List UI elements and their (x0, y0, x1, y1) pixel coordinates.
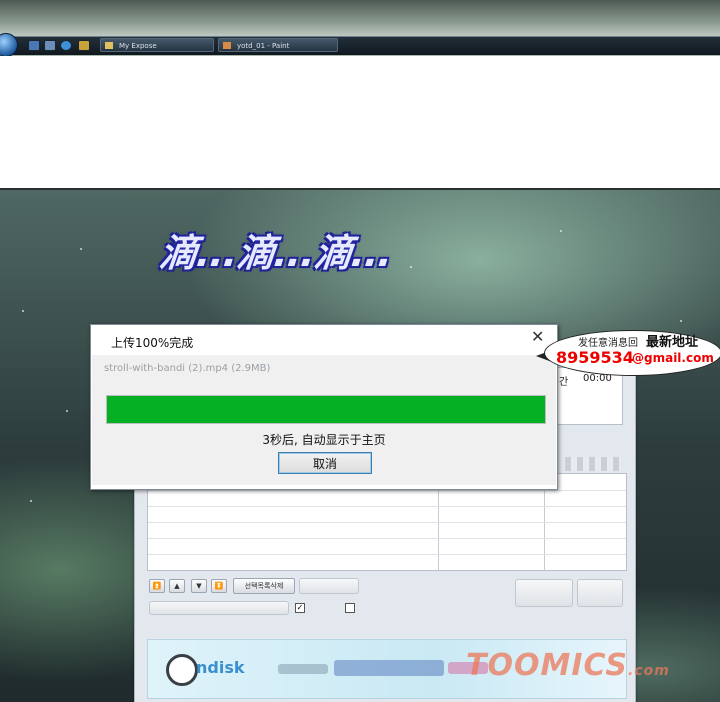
media-icon[interactable] (78, 40, 90, 51)
upload-progress-bar (106, 395, 546, 424)
show-desktop-icon[interactable] (28, 40, 40, 51)
watermark-email: @gmail.com (632, 351, 714, 365)
brand-suffix: .com (628, 663, 670, 679)
blurred-button[interactable] (299, 578, 359, 594)
window-switch-icon[interactable] (44, 40, 56, 51)
dialog-title: 上传100%完成 (111, 336, 194, 350)
banner-logo-text: ndisk (196, 658, 245, 677)
dialog-body: stroll-with-bandi (2).mp4 (2.9MB) 3秒后, 自… (92, 355, 556, 485)
paint-icon (223, 42, 231, 49)
row-divider (148, 490, 626, 491)
taskbar: My Expose yotd_01 - Paint (0, 0, 720, 56)
star (680, 320, 682, 322)
blurred-action-button[interactable] (577, 579, 623, 607)
ndisk-logo-icon (166, 654, 198, 686)
star (560, 230, 562, 232)
row-divider (148, 554, 626, 555)
taskbar-item-label: yotd_01 - Paint (237, 42, 290, 50)
blurred-text (334, 660, 444, 676)
blurred-action-button[interactable] (515, 579, 573, 607)
taskbar-item-label: My Expose (119, 42, 157, 50)
star (80, 248, 82, 250)
delete-selected-button[interactable]: 선택목록삭제 (233, 578, 295, 594)
option-checkbox[interactable] (345, 603, 355, 613)
move-top-button[interactable]: ⏫ (149, 579, 165, 593)
watermark-number: 8959534 (556, 348, 634, 367)
cancel-button[interactable]: 取消 (278, 452, 372, 474)
column-header (565, 457, 621, 471)
comic-panel: 滴...滴...滴... 간 00:00 ⏫ ▲ ▼ ⏬ 선택목록삭제 ✓ nd… (0, 188, 720, 702)
sound-effect-text: 滴...滴...滴... (157, 231, 394, 275)
row-divider (148, 506, 626, 507)
move-down-button[interactable]: ▼ (191, 579, 207, 593)
browser-icon[interactable] (60, 40, 72, 51)
row-divider (148, 522, 626, 523)
taskbar-item-my-expose[interactable]: My Expose (100, 38, 214, 52)
taskbar-item-paint[interactable]: yotd_01 - Paint (218, 38, 338, 52)
star (410, 266, 412, 268)
uploaded-file-name: stroll-with-bandi (2).mp4 (2.9MB) (104, 363, 271, 374)
watermark-bubble: 发任意消息回 最新地址 8959534 @gmail.com (536, 328, 720, 378)
redirect-status-text: 3秒后, 自动显示于主页 (262, 433, 386, 447)
blurred-field[interactable] (149, 601, 289, 615)
blurred-text (278, 664, 328, 674)
folder-icon (105, 42, 113, 49)
move-bottom-button[interactable]: ⏬ (211, 579, 227, 593)
star (66, 410, 68, 412)
toomics-watermark: TOOMICS.com (466, 648, 670, 683)
star (30, 500, 32, 502)
upload-complete-dialog: 上传100%完成 ✕ stroll-with-bandi (2).mp4 (2.… (90, 324, 558, 490)
option-checkbox[interactable]: ✓ (295, 603, 305, 613)
move-up-button[interactable]: ▲ (169, 579, 185, 593)
row-divider (148, 538, 626, 539)
watermark-line1-bold: 最新地址 (646, 335, 699, 350)
brand-text: TOOMICS (466, 648, 629, 683)
watermark-line1: 发任意消息回 (578, 338, 638, 349)
start-orb-icon[interactable] (0, 33, 18, 56)
star (22, 310, 24, 312)
progress-fill (107, 396, 545, 423)
